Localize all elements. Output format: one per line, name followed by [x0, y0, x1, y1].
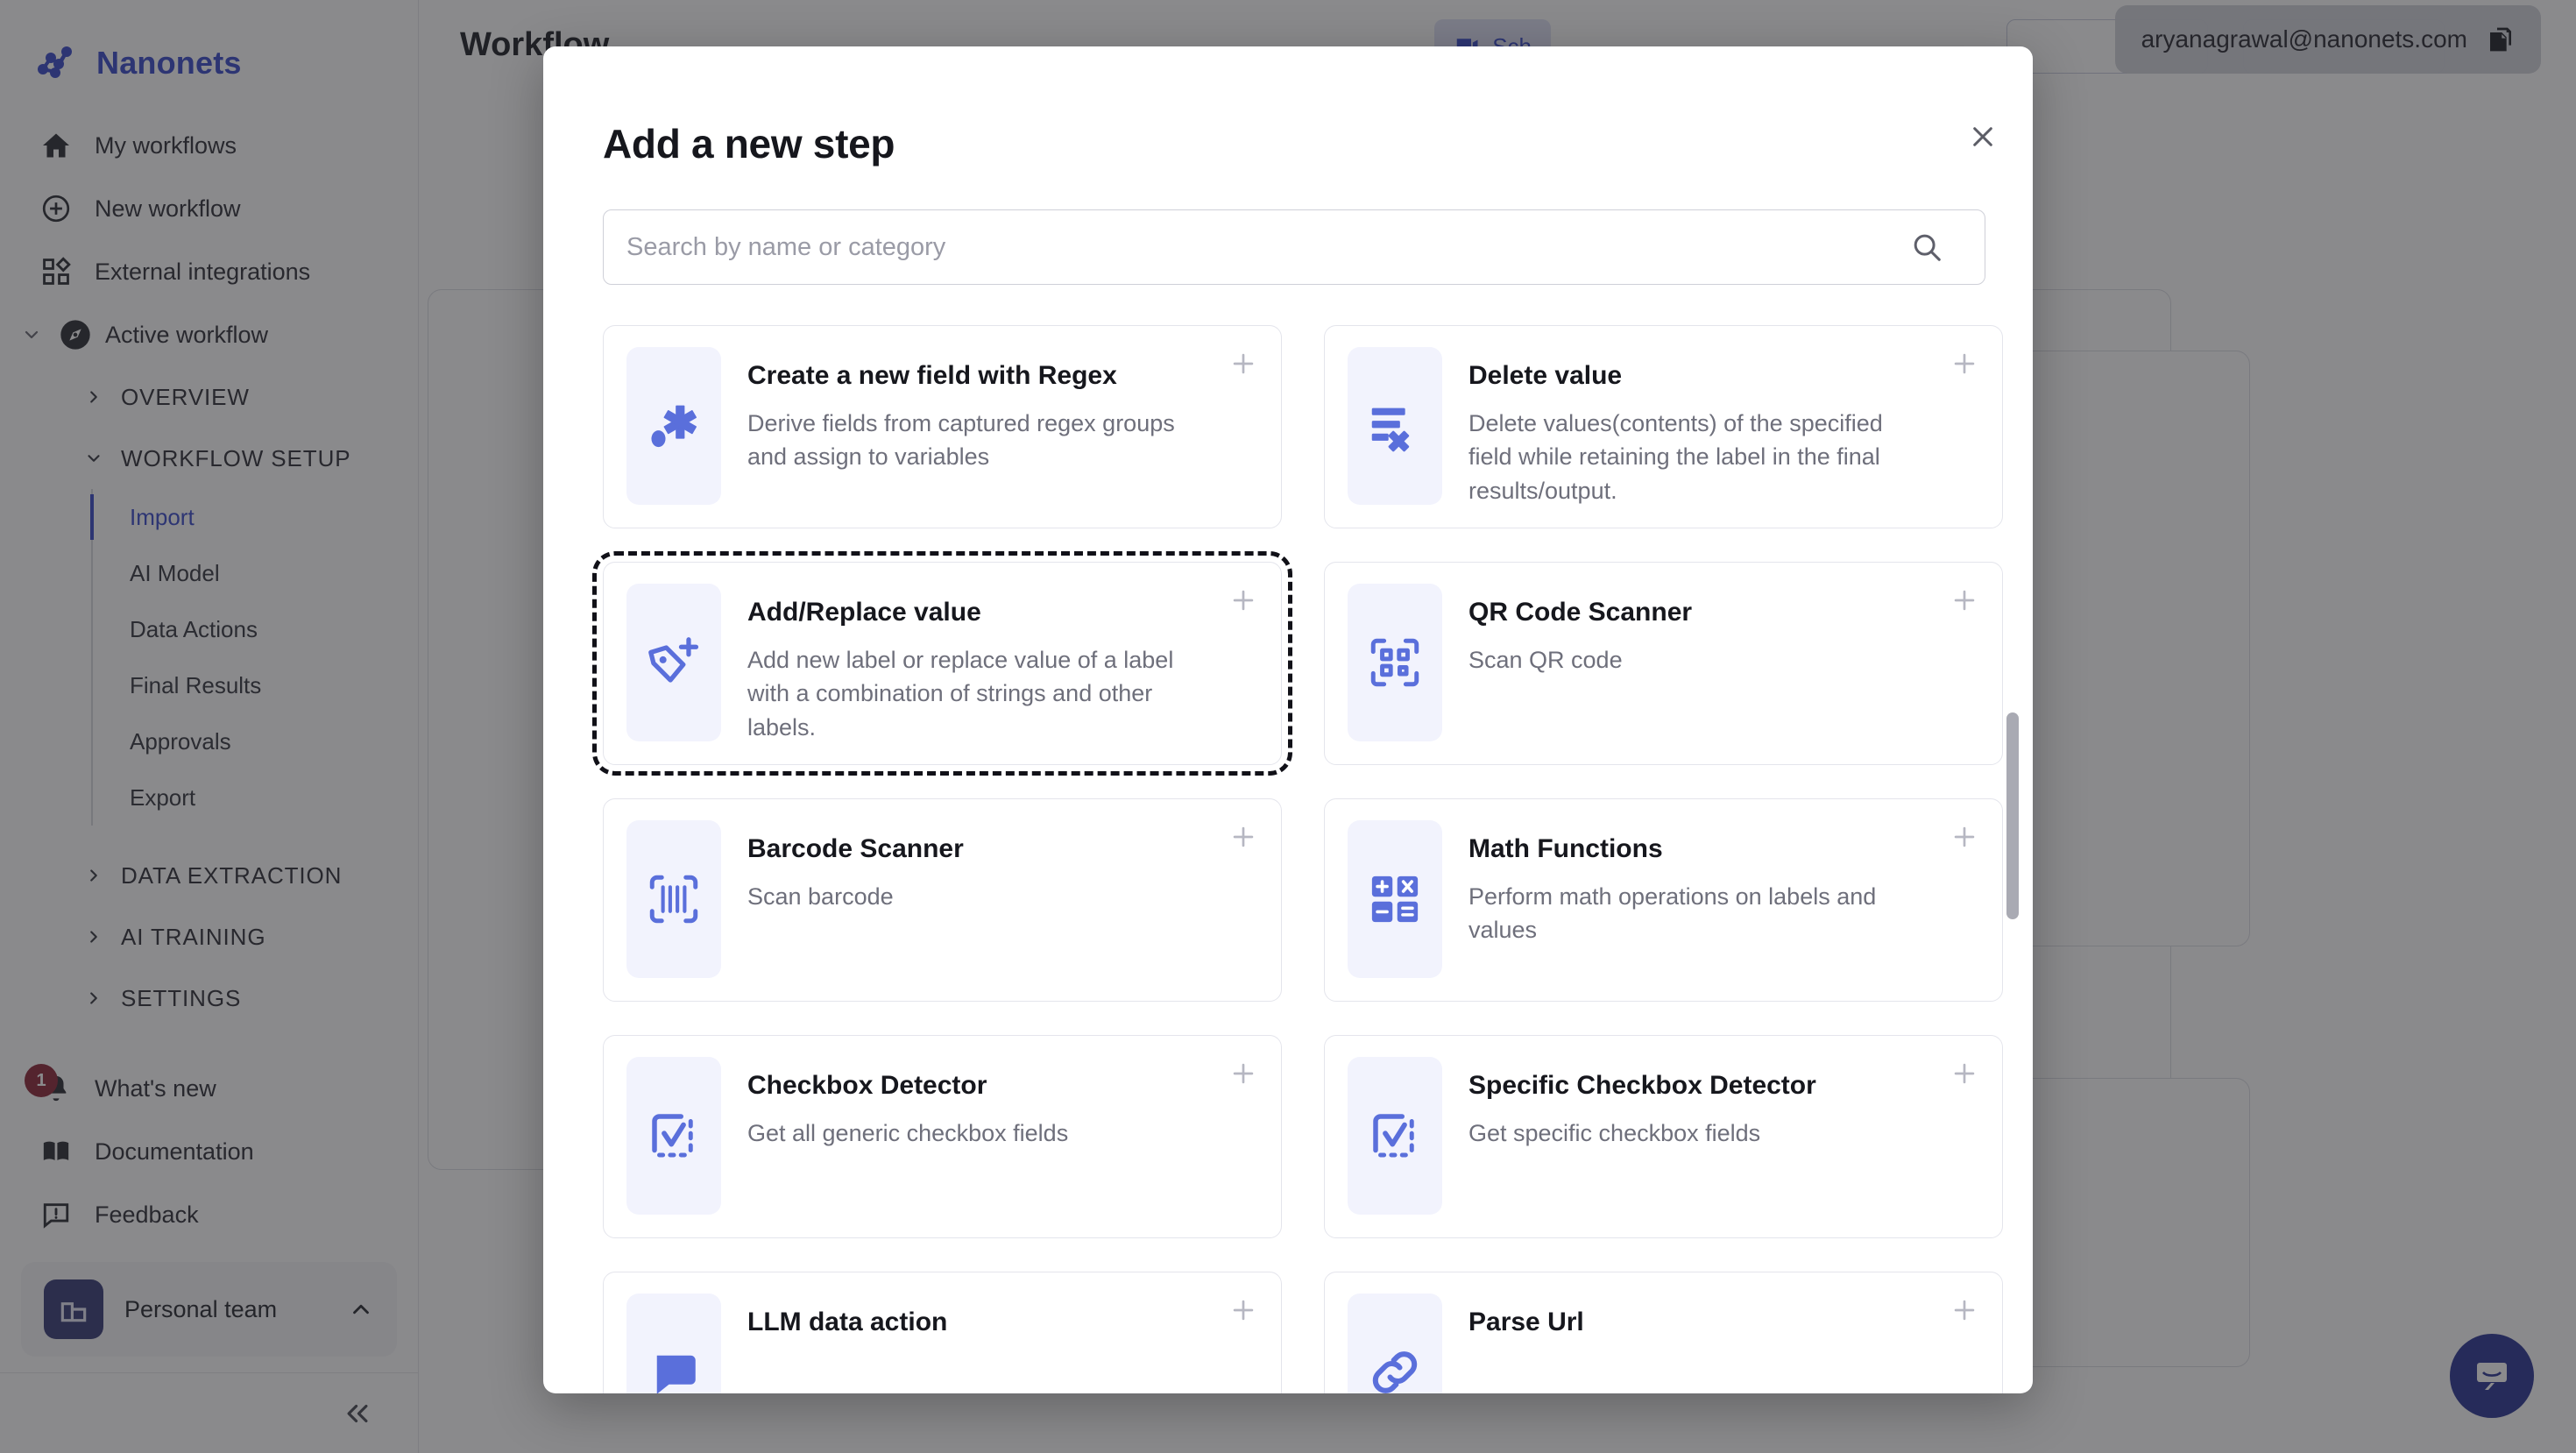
step-card-checkbox-detector[interactable]: Checkbox Detector Get all generic checkb… — [603, 1035, 1282, 1238]
step-card-text: Create a new field with Regex Derive fie… — [747, 347, 1258, 474]
step-card-llm-data-action[interactable]: LLM data action — [603, 1272, 1282, 1393]
checkbox-check-icon — [1348, 1057, 1442, 1215]
step-card-title: Delete value — [1468, 361, 1623, 390]
search-input[interactable] — [603, 209, 1985, 285]
llm-icon — [626, 1294, 721, 1393]
step-card-description: Scan barcode — [747, 883, 894, 910]
add-step-plus-icon[interactable] — [1950, 1059, 1979, 1088]
step-card-description: Scan QR code — [1468, 647, 1623, 673]
barcode-icon — [626, 820, 721, 978]
step-card-title: Add/Replace value — [747, 598, 981, 627]
step-card-description: Get all generic checkbox fields — [747, 1120, 1069, 1146]
add-step-plus-icon[interactable] — [1228, 1295, 1258, 1325]
search-field-wrapper — [603, 209, 1985, 285]
add-step-plus-icon[interactable] — [1950, 585, 1979, 615]
step-list-scroll-area[interactable]: Create a new field with Regex Derive fie… — [543, 325, 2033, 1393]
step-card-description: Get specific checkbox fields — [1468, 1120, 1761, 1146]
close-modal-button[interactable] — [1963, 117, 2003, 157]
add-step-plus-icon[interactable] — [1228, 1059, 1258, 1088]
add-step-plus-icon[interactable] — [1228, 822, 1258, 852]
step-card-title: QR Code Scanner — [1468, 598, 1693, 627]
step-card-qr-code-scanner[interactable]: QR Code Scanner Scan QR code — [1324, 562, 2003, 765]
step-card-description: Derive fields from captured regex groups… — [747, 410, 1175, 471]
step-card-text: LLM data action — [747, 1294, 1258, 1353]
search-icon[interactable] — [1910, 230, 1943, 264]
step-card-delete-value[interactable]: Delete value Delete values(contents) of … — [1324, 325, 2003, 528]
step-card-text: Checkbox Detector Get all generic checkb… — [747, 1057, 1258, 1150]
modal-header: Add a new step — [543, 46, 2033, 285]
step-card-title: Specific Checkbox Detector — [1468, 1071, 1816, 1100]
step-card-barcode-scanner[interactable]: Barcode Scanner Scan barcode — [603, 798, 1282, 1002]
add-step-plus-icon[interactable] — [1950, 822, 1979, 852]
step-card-title: Create a new field with Regex — [747, 361, 1117, 390]
calculator-icon — [1348, 820, 1442, 978]
step-card-title: LLM data action — [747, 1308, 948, 1336]
step-card-add-replace-value[interactable]: Add/Replace value Add new label or repla… — [592, 551, 1292, 776]
modal-title: Add a new step — [603, 121, 895, 167]
modal-scrollbar-thumb[interactable] — [2006, 712, 2019, 919]
step-card-text: QR Code Scanner Scan QR code — [1468, 584, 1979, 677]
add-step-plus-icon[interactable] — [1950, 349, 1979, 379]
step-card-title: Parse Url — [1468, 1308, 1584, 1336]
checkbox-check-icon — [626, 1057, 721, 1215]
step-card-text: Parse Url — [1468, 1294, 1979, 1353]
step-card-grid: Create a new field with Regex Derive fie… — [592, 325, 2003, 1393]
add-step-plus-icon[interactable] — [1228, 349, 1258, 379]
step-card-description: Perform math operations on labels and va… — [1468, 883, 1877, 944]
add-step-plus-icon[interactable] — [1950, 1295, 1979, 1325]
step-card-title: Barcode Scanner — [747, 834, 964, 863]
step-card-text: Delete value Delete values(contents) of … — [1468, 347, 1979, 507]
tag-plus-icon — [626, 584, 721, 741]
app-root: Nanonets My workflows New workflow — [0, 0, 2576, 1453]
step-card-title: Math Functions — [1468, 834, 1663, 863]
close-icon — [1969, 123, 1997, 151]
step-card-text: Math Functions Perform math operations o… — [1468, 820, 1979, 947]
step-card-parse-url[interactable]: Parse Url — [1324, 1272, 2003, 1393]
step-card-title: Checkbox Detector — [747, 1071, 987, 1100]
step-card-specific-checkbox-detector[interactable]: Specific Checkbox Detector Get specific … — [1324, 1035, 2003, 1238]
step-card-text: Add/Replace value Add new label or repla… — [747, 584, 1258, 744]
step-card-math-functions[interactable]: Math Functions Perform math operations o… — [1324, 798, 2003, 1002]
modal-scrollbar[interactable] — [2006, 325, 2019, 1393]
add-step-plus-icon[interactable] — [1228, 585, 1258, 615]
lines-with-x-icon — [1348, 347, 1442, 505]
url-icon — [1348, 1294, 1442, 1393]
step-card-text: Barcode Scanner Scan barcode — [747, 820, 1258, 913]
step-card-create-field-with-regex[interactable]: Create a new field with Regex Derive fie… — [603, 325, 1282, 528]
step-card-text: Specific Checkbox Detector Get specific … — [1468, 1057, 1979, 1150]
qr-code-icon — [1348, 584, 1442, 741]
step-card-description: Add new label or replace value of a labe… — [747, 647, 1174, 741]
step-card-description: Delete values(contents) of the specified… — [1468, 410, 1883, 504]
regex-dot-star-icon — [626, 347, 721, 505]
add-step-modal: Add a new step Search by name or categor… — [543, 46, 2033, 1393]
